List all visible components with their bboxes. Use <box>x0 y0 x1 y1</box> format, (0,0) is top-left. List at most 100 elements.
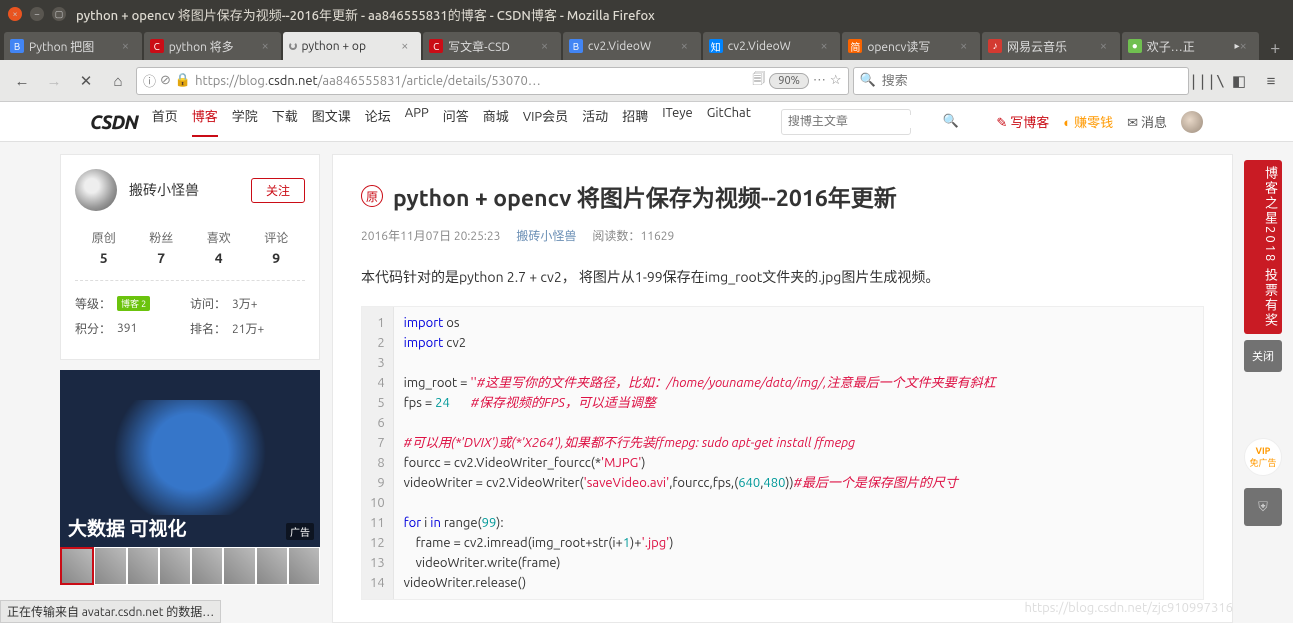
ad-image <box>80 400 300 515</box>
tab-close-icon[interactable]: × <box>1239 39 1253 53</box>
right-rail: 博客之星2018 投票有奖 关闭 VIP免广告 ⛨ <box>1243 160 1283 526</box>
stat-item[interactable]: 评论9 <box>264 229 288 266</box>
url-bar[interactable]: ⓘ ⊘ 🔒 https://blog.csdn.net/aa846555831/… <box>136 67 849 95</box>
promo-banner[interactable]: 博客之星2018 投票有奖 <box>1244 160 1282 334</box>
browser-tab[interactable]: Cpython 将多× <box>144 32 282 60</box>
nav-item[interactable]: APP <box>405 106 429 137</box>
loading-icon <box>289 42 297 50</box>
browser-tab[interactable]: C写文章-CSD× <box>423 32 561 60</box>
stop-button[interactable]: ✕ <box>72 67 100 95</box>
hamburger-menu-icon[interactable]: ≡ <box>1257 67 1285 95</box>
window-minimize-button[interactable]: – <box>30 7 44 21</box>
nav-item[interactable]: VIP会员 <box>523 106 568 137</box>
article-meta: 2016年11月07日 20:25:23 搬砖小怪兽 阅读数：11629 <box>361 227 1204 244</box>
nav-item[interactable]: 学院 <box>232 106 258 137</box>
article-title: python + opencv 将图片保存为视频--2016年更新 <box>393 179 897 213</box>
tab-close-icon[interactable]: × <box>820 39 834 53</box>
browser-tab[interactable]: 知 cv2.VideoW× <box>703 32 841 60</box>
original-badge: 原 <box>361 185 383 207</box>
earn-link[interactable]: ◐ 赚零钱 <box>1063 112 1113 131</box>
search-input[interactable] <box>882 74 1182 88</box>
tab-close-icon[interactable]: × <box>1100 39 1114 53</box>
nav-item[interactable]: 首页 <box>152 106 178 137</box>
article-reads: 阅读数：11629 <box>592 227 674 244</box>
forward-button[interactable]: → <box>40 67 68 95</box>
ad-banner[interactable]: 大数据 可视化 广告 <box>60 370 320 585</box>
tab-favicon: 知 <box>709 39 723 53</box>
sidebar-icon[interactable]: ◧ <box>1225 67 1253 95</box>
tab-close-icon[interactable]: × <box>960 39 974 53</box>
browser-tab[interactable]: Bcv2.VideoW× <box>563 32 701 60</box>
nav-item[interactable]: 活动 <box>582 106 608 137</box>
nav-item[interactable]: ITeye <box>662 106 693 137</box>
browser-search-bar[interactable]: 🔍 <box>853 67 1189 95</box>
site-search[interactable]: 🔍 <box>781 109 911 135</box>
zoom-badge[interactable]: 90% <box>769 73 809 89</box>
close-promo-button[interactable]: 关闭 <box>1244 340 1282 372</box>
tab-favicon: ♪ <box>988 39 1002 53</box>
nav-item[interactable]: 下载 <box>272 106 298 137</box>
new-tab-button[interactable]: + <box>1261 36 1289 60</box>
tab-favicon: B <box>569 39 583 53</box>
lock-icon: 🔒 <box>175 73 191 88</box>
site-search-input[interactable] <box>788 115 943 128</box>
watermark: https://blog.csdn.net/zjc910997316 <box>1025 601 1234 615</box>
browser-tab[interactable]: BPython 把图× <box>4 32 142 60</box>
library-icon[interactable]: |||\ <box>1193 67 1221 95</box>
browser-tab[interactable]: ●欢子…正▸× <box>1122 32 1260 60</box>
author-avatar[interactable] <box>75 169 117 211</box>
tab-favicon: ● <box>1128 39 1142 53</box>
home-button[interactable]: ⌂ <box>104 67 132 95</box>
nav-item[interactable]: GitChat <box>707 106 751 137</box>
tab-label: python + op <box>301 40 401 53</box>
tab-favicon: B <box>10 39 24 53</box>
stat-item[interactable]: 喜欢4 <box>207 229 231 266</box>
page-actions-icon[interactable]: ⋯ <box>813 73 826 88</box>
code-gutter: 1 2 3 4 5 6 7 8 9 10 11 12 13 14 <box>362 307 394 599</box>
status-bar: 正在传输来自 avatar.csdn.net 的数据… <box>0 600 221 623</box>
back-button[interactable]: ← <box>8 67 36 95</box>
code-block: 1 2 3 4 5 6 7 8 9 10 11 12 13 14 import … <box>361 306 1204 600</box>
nav-item[interactable]: 问答 <box>443 106 469 137</box>
csdn-logo[interactable]: CSDN <box>90 111 138 133</box>
nav-item[interactable]: 图文课 <box>312 106 351 137</box>
tab-label: opencv读写 <box>867 38 960 55</box>
tab-close-icon[interactable]: × <box>122 39 136 53</box>
vip-button[interactable]: VIP免广告 <box>1244 438 1282 476</box>
browser-tab[interactable]: ♪网易云音乐× <box>982 32 1120 60</box>
shield-button[interactable]: ⛨ <box>1244 488 1282 526</box>
nav-item[interactable]: 商城 <box>483 106 509 137</box>
author-name[interactable]: 搬砖小怪兽 <box>129 180 199 200</box>
info-icon[interactable]: ⓘ <box>143 71 156 90</box>
article-author-link[interactable]: 搬砖小怪兽 <box>516 227 576 244</box>
tab-close-icon[interactable]: × <box>541 39 555 53</box>
user-avatar[interactable] <box>1181 111 1203 133</box>
tab-close-icon[interactable]: × <box>261 39 275 53</box>
bookmark-star-icon[interactable]: ☆ <box>830 73 842 88</box>
ad-title: 大数据 可视化 <box>68 514 187 541</box>
write-blog-link[interactable]: ✎ 写博客 <box>996 112 1049 131</box>
reader-icon[interactable]: 🗐 <box>752 70 765 92</box>
stat-item[interactable]: 粉丝7 <box>149 229 173 266</box>
window-maximize-button[interactable]: ▢ <box>52 7 66 21</box>
ad-thumbnails[interactable] <box>60 547 320 585</box>
nav-item[interactable]: 论坛 <box>365 106 391 137</box>
search-icon[interactable]: 🔍 <box>943 114 959 129</box>
browser-tab[interactable]: 简 opencv读写× <box>842 32 980 60</box>
code-content: import os import cv2 img_root = ''#这里写你的… <box>394 307 1006 599</box>
tab-favicon: 简 <box>848 39 862 53</box>
window-title: python + opencv 将图片保存为视频--2016年更新 - aa84… <box>76 5 655 24</box>
nav-item[interactable]: 招聘 <box>622 106 648 137</box>
permissions-icon[interactable]: ⊘ <box>160 73 171 88</box>
window-close-button[interactable]: × <box>8 7 22 21</box>
level-info: 等级：博客 2 <box>75 295 190 312</box>
tab-close-icon[interactable]: × <box>401 39 415 53</box>
messages-link[interactable]: ✉ 消息 <box>1127 112 1167 131</box>
browser-tab[interactable]: python + op× <box>283 32 421 60</box>
tab-label: 写文章-CSD <box>448 38 541 55</box>
tab-label: cv2.VideoW <box>728 40 821 53</box>
tab-close-icon[interactable]: × <box>681 39 695 53</box>
nav-item[interactable]: 博客 <box>192 106 218 137</box>
follow-button[interactable]: 关注 <box>251 178 305 203</box>
stat-item[interactable]: 原创5 <box>92 229 116 266</box>
